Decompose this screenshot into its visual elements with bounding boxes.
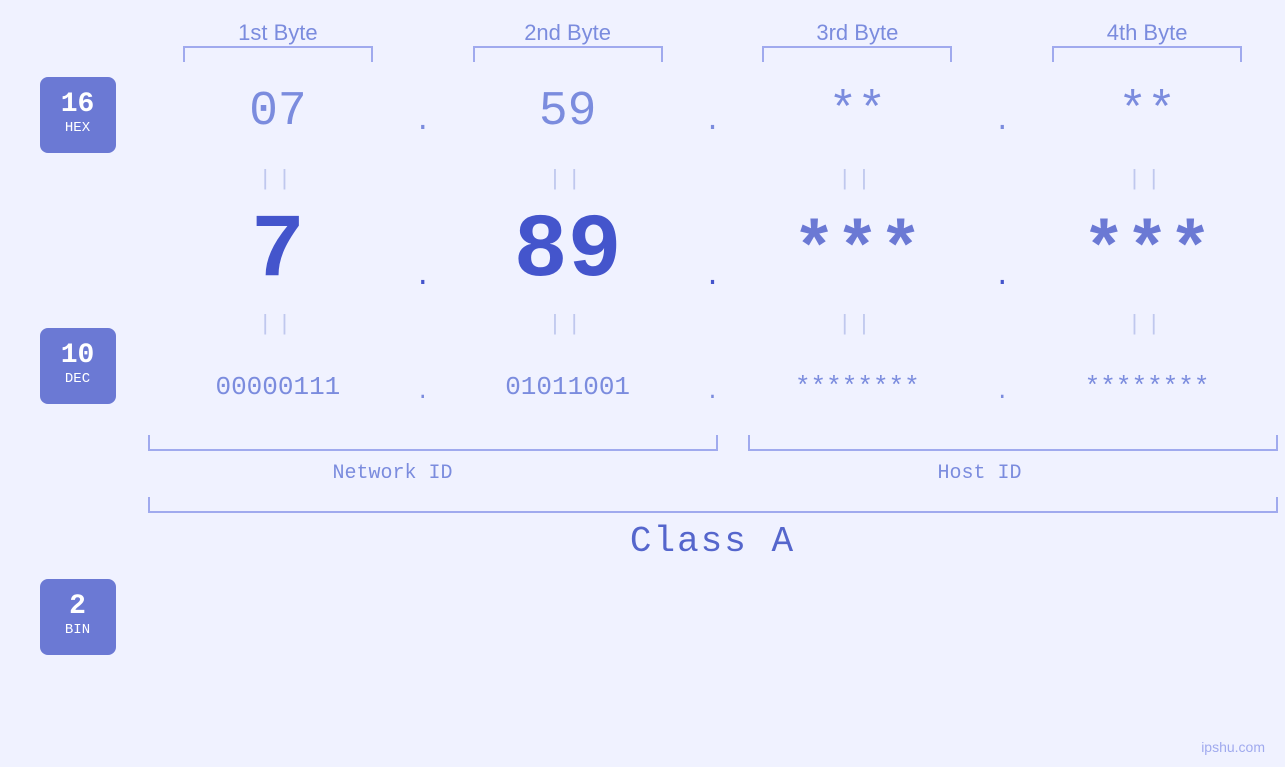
bottom-brackets xyxy=(148,435,1278,457)
hex-badge-num: 16 xyxy=(61,91,95,119)
dec-badge: 10 DEC xyxy=(40,328,116,404)
eq1-c2: || xyxy=(437,167,698,192)
hex-row: 07 . 59 . ** . ** xyxy=(148,67,1278,157)
dec-c3: *** xyxy=(727,216,988,288)
eq2-c2: || xyxy=(437,312,698,337)
dec-c1: 7 xyxy=(148,207,409,297)
eq2-c3: || xyxy=(727,312,988,337)
page-container: 1st Byte 2nd Byte 3rd Byte 4th Byte 1 xyxy=(0,0,1285,767)
byte1-header: 1st Byte xyxy=(148,20,409,46)
bin-c1: 00000111 xyxy=(148,372,409,402)
dec-dot1: . xyxy=(408,212,437,293)
bracket-byte4 xyxy=(1052,46,1242,62)
bin-badge: 2 BIN xyxy=(40,579,116,655)
bin-row: 00000111 . 01011001 . ******** . *******… xyxy=(148,347,1278,427)
bracket-class xyxy=(148,497,1278,513)
byte3-header: 3rd Byte xyxy=(727,20,988,46)
hex-badge: 16 HEX xyxy=(40,77,116,153)
bin-dot3: . xyxy=(988,370,1017,405)
eq1-c3: || xyxy=(727,167,988,192)
id-labels: Network ID Host ID xyxy=(148,457,1278,495)
bin-c3: ******** xyxy=(727,372,988,402)
bracket-byte2 xyxy=(473,46,663,62)
bin-dot1: . xyxy=(408,370,437,405)
dec-c2: 89 xyxy=(437,207,698,297)
watermark: ipshu.com xyxy=(1201,739,1265,755)
bin-c4: ******** xyxy=(1017,372,1278,402)
hex-badge-label: HEX xyxy=(65,119,90,139)
host-id-label: Host ID xyxy=(938,462,1022,485)
eq2-c1: || xyxy=(148,312,409,337)
byte4-header: 4th Byte xyxy=(1017,20,1278,46)
dec-badge-num: 10 xyxy=(61,342,95,370)
bin-badge-num: 2 xyxy=(69,593,86,621)
eq1-c1: || xyxy=(148,167,409,192)
badges-column: 16 HEX 10 DEC 2 BIN xyxy=(8,67,148,655)
dec-badge-label: DEC xyxy=(65,370,90,390)
eq2-c4: || xyxy=(1017,312,1278,337)
data-section: 07 . 59 . ** . ** || || || || 7 . xyxy=(148,67,1278,562)
byte2-header: 2nd Byte xyxy=(437,20,698,46)
bracket-byte1 xyxy=(183,46,373,62)
network-id-label: Network ID xyxy=(333,462,453,485)
dec-c4: *** xyxy=(1017,216,1278,288)
bin-dot2: . xyxy=(698,370,727,405)
eq1-c4: || xyxy=(1017,167,1278,192)
bin-badge-label: BIN xyxy=(65,621,90,641)
hex-dot2: . xyxy=(698,87,727,138)
hex-c3: ** xyxy=(727,85,988,139)
hex-dot3: . xyxy=(988,87,1017,138)
dec-dot3: . xyxy=(988,212,1017,293)
class-label: Class A xyxy=(148,521,1278,562)
bin-c2: 01011001 xyxy=(437,372,698,402)
bracket-host xyxy=(748,435,1278,451)
class-section: Class A xyxy=(148,497,1278,562)
equals-row-2: || || || || xyxy=(148,302,1278,347)
bracket-byte3 xyxy=(762,46,952,62)
hex-c4: ** xyxy=(1017,85,1278,139)
equals-row-1: || || || || xyxy=(148,157,1278,202)
dec-row: 7 . 89 . *** . *** xyxy=(148,202,1278,302)
hex-dot1: . xyxy=(408,87,437,138)
hex-c2: 59 xyxy=(437,85,698,139)
bracket-network xyxy=(148,435,718,451)
dec-dot2: . xyxy=(698,212,727,293)
hex-c1: 07 xyxy=(148,85,409,139)
